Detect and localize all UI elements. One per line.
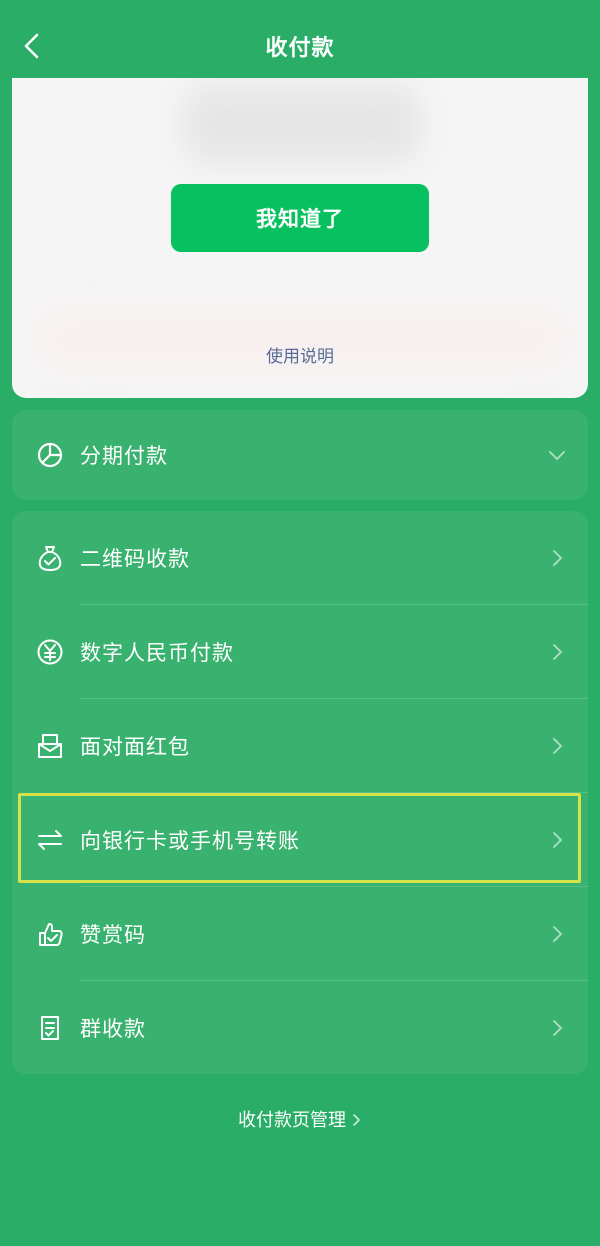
chevron-right-icon	[553, 549, 562, 566]
digital-yuan-icon	[37, 639, 63, 664]
list-item-label: 数字人民币付款	[80, 640, 234, 665]
list-item-group-collect[interactable]: 群收款	[12, 981, 588, 1074]
list-item-label: 赞赏码	[80, 922, 146, 947]
got-it-button[interactable]: 我知道了	[171, 184, 429, 252]
chevron-right-icon	[352, 1111, 362, 1132]
usage-instructions-link[interactable]: 使用说明	[12, 342, 588, 367]
list-item-label: 二维码收款	[80, 546, 190, 571]
list-item-digital-rmb[interactable]: 数字人民币付款	[12, 605, 588, 698]
page-title: 收付款	[265, 36, 335, 61]
chevron-right-icon	[553, 925, 562, 942]
list-item-bank-transfer[interactable]: 向银行卡或手机号转账	[12, 793, 588, 886]
installment-row[interactable]: 分期付款	[12, 408, 588, 501]
thumbs-up-icon	[39, 922, 63, 946]
transfer-arrows-icon	[38, 829, 62, 850]
money-bag-icon	[38, 545, 62, 571]
chevron-right-icon	[553, 643, 562, 660]
chevron-down-icon	[549, 450, 565, 460]
chevron-right-icon	[553, 1019, 562, 1036]
list-item-label: 向银行卡或手机号转账	[80, 828, 300, 853]
list-item-label: 群收款	[80, 1016, 146, 1041]
red-packet-icon	[38, 733, 62, 758]
pie-chart-icon	[37, 442, 63, 467]
list-item-red-packet[interactable]: 面对面红包	[12, 699, 588, 792]
chevron-right-icon	[553, 831, 562, 848]
payment-code-card: 我知道了 使用说明	[12, 78, 588, 398]
list-item-label: 面对面红包	[80, 734, 190, 759]
chevron-right-icon	[553, 737, 562, 754]
group-bill-icon	[41, 1015, 59, 1040]
list-item-reward-code[interactable]: 赞赏码	[12, 887, 588, 980]
installment-panel: 分期付款	[12, 410, 588, 500]
installment-label: 分期付款	[80, 443, 168, 468]
manage-page-link[interactable]: 收付款页管理	[0, 1106, 600, 1132]
payment-options-panel: 二维码收款 数字人民币付款 面对面红包 向银行卡或手机号转账 赞赏码 群收款	[12, 511, 588, 1074]
blurred-content	[182, 84, 422, 164]
manage-link-label: 收付款页管理	[238, 1110, 346, 1131]
list-item-qr-collect[interactable]: 二维码收款	[12, 511, 588, 604]
